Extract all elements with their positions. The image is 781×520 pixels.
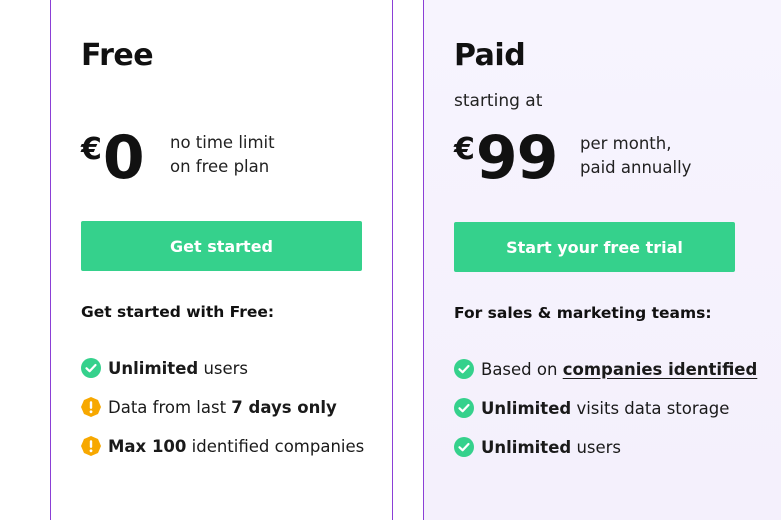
price-amount: 99	[475, 123, 558, 193]
check-circle-icon	[454, 359, 474, 379]
warning-circle-icon	[81, 436, 101, 456]
paid-price: € 99	[454, 123, 558, 193]
paid-plan-title: Paid	[454, 38, 526, 73]
check-circle-icon	[454, 398, 474, 418]
feature-item: Based on companies identified	[454, 359, 757, 379]
currency-symbol: €	[454, 132, 475, 167]
price-note-line: on free plan	[170, 157, 270, 176]
currency-symbol: €	[81, 132, 102, 167]
free-plan-card: Free € 0 no time limit on free plan Get …	[50, 0, 393, 520]
feature-item: Data from last 7 days only	[81, 397, 337, 417]
price-note-line: paid annually	[580, 158, 692, 177]
paid-price-note: per month, paid annually	[580, 132, 691, 180]
paid-plan-card: Paid starting at € 99 per month, paid an…	[423, 0, 781, 520]
check-circle-icon	[81, 358, 101, 378]
check-circle-icon	[454, 437, 474, 457]
free-plan-title: Free	[81, 38, 154, 73]
price-note-line: no time limit	[170, 133, 275, 152]
warning-circle-icon	[81, 397, 101, 417]
feature-item: Unlimited visits data storage	[454, 398, 729, 418]
feature-item: Max 100 identified companies	[81, 436, 364, 456]
paid-plan-subtitle: starting at	[454, 91, 543, 111]
feature-item: Unlimited users	[81, 358, 248, 378]
free-price-note: no time limit on free plan	[170, 131, 275, 179]
get-started-button[interactable]: Get started	[81, 221, 362, 271]
start-free-trial-button[interactable]: Start your free trial	[454, 222, 735, 272]
price-note-line: per month,	[580, 134, 672, 153]
price-amount: 0	[102, 123, 145, 193]
feature-item: Unlimited users	[454, 437, 621, 457]
free-price: € 0	[81, 123, 145, 193]
paid-features-heading: For sales & marketing teams:	[454, 304, 712, 322]
companies-identified-link[interactable]: companies identified	[563, 360, 758, 379]
free-features-heading: Get started with Free:	[81, 303, 275, 321]
